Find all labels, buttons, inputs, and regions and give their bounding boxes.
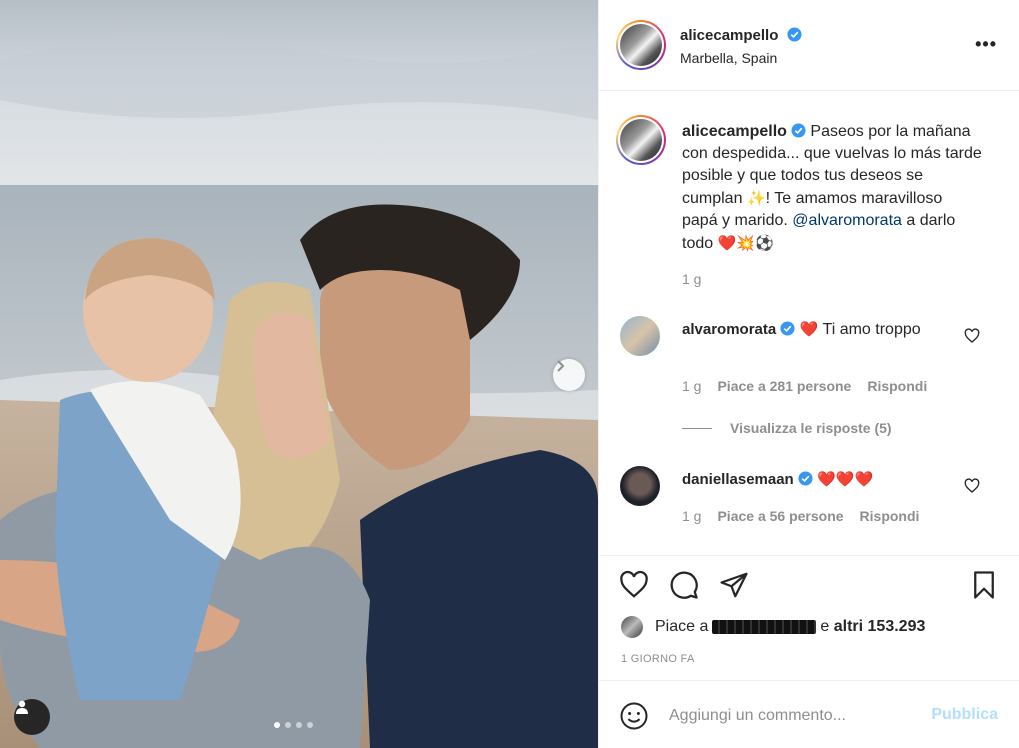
commenter-username[interactable]: alvaromorata: [682, 321, 776, 338]
view-replies-button[interactable]: Visualizza le risposte (5): [682, 420, 892, 436]
carousel-dot: [307, 722, 313, 728]
publish-button[interactable]: Pubblica: [931, 706, 998, 724]
caption-author-avatar[interactable]: [616, 115, 666, 165]
verified-badge-icon: [791, 123, 806, 138]
verified-badge-icon: [780, 321, 795, 336]
tagged-users-button[interactable]: [14, 699, 50, 735]
replies-divider: [682, 427, 712, 429]
likes-prefix: Piace a: [655, 618, 709, 635]
liker-avatar[interactable]: [621, 616, 643, 638]
more-options-button[interactable]: •••: [975, 34, 997, 55]
heart-icon[interactable]: [619, 570, 649, 600]
commenter-avatar[interactable]: [620, 316, 660, 356]
comment-body: Ti amo troppo: [818, 321, 921, 338]
bookmark-icon[interactable]: [969, 570, 999, 600]
verified-badge-icon: [798, 471, 813, 486]
verified-badge-icon: [787, 27, 802, 42]
family-beach-photo: [0, 0, 598, 748]
post-header: alicecampello Marbella, Spain •••: [599, 0, 1019, 91]
caption-timestamp[interactable]: 1 g: [682, 271, 701, 287]
comment-icon[interactable]: [669, 570, 699, 600]
comment-text: alvaromorata ❤️ Ti amo troppo: [682, 318, 972, 341]
post-location[interactable]: Marbella, Spain: [680, 50, 777, 66]
carousel-dot: [274, 722, 280, 728]
post-details-panel: alicecampello Marbella, Spain ••• alicec…: [598, 0, 1019, 748]
author-username[interactable]: alicecampello: [680, 27, 778, 44]
author-avatar[interactable]: [616, 20, 666, 70]
commenter-username[interactable]: daniellasemaan: [682, 471, 794, 488]
share-icon[interactable]: [719, 570, 749, 600]
carousel-dot: [296, 722, 302, 728]
add-comment-bar: Pubblica: [599, 680, 1019, 748]
comment-likes[interactable]: Piace a 56 persone: [717, 508, 843, 524]
likes-others-link[interactable]: altri 153.293: [834, 618, 926, 636]
comment-emoji: ❤️: [799, 320, 819, 338]
reply-button[interactable]: Rispondi: [867, 378, 927, 394]
like-comment-heart-icon[interactable]: [964, 328, 980, 344]
post-photo[interactable]: [0, 0, 598, 748]
comment-meta: 1 g Piace a 56 persone Rispondi: [682, 508, 919, 524]
view-replies-label: Visualizza le risposte (5): [730, 420, 892, 436]
commenter-avatar[interactable]: [620, 466, 660, 506]
likes-summary: Piace a e altri 153.293: [621, 616, 925, 638]
reply-button[interactable]: Rispondi: [860, 508, 920, 524]
sparkle-emoji: ✨: [746, 189, 766, 207]
comment-time[interactable]: 1 g: [682, 378, 701, 394]
caption-emojis: ❤️💥⚽: [717, 234, 774, 252]
comment-meta: 1 g Piace a 281 persone Rispondi: [682, 378, 927, 394]
next-photo-button[interactable]: [553, 359, 585, 391]
comment-likes[interactable]: Piace a 281 persone: [717, 378, 851, 394]
caption-text: alicecampello Paseos por la mañana con d…: [682, 121, 982, 255]
chevron-right-icon: [557, 360, 565, 372]
like-comment-heart-icon[interactable]: [964, 478, 980, 494]
redacted-username: [712, 620, 817, 634]
smiley-icon[interactable]: [619, 701, 649, 731]
comment-time[interactable]: 1 g: [682, 508, 701, 524]
carousel-indicator: [274, 722, 313, 728]
caption-username[interactable]: alicecampello: [682, 123, 787, 140]
comment-emoji: ❤️❤️❤️: [817, 470, 874, 488]
comment-text: daniellasemaan ❤️❤️❤️: [682, 468, 972, 491]
user-icon: [16, 700, 28, 714]
post-date[interactable]: 1 GIORNO FA: [621, 653, 695, 665]
mention-link[interactable]: @alvaromorata: [792, 212, 902, 229]
carousel-dot: [285, 722, 291, 728]
comment-input[interactable]: [669, 703, 909, 729]
likes-connector: e: [820, 618, 830, 635]
